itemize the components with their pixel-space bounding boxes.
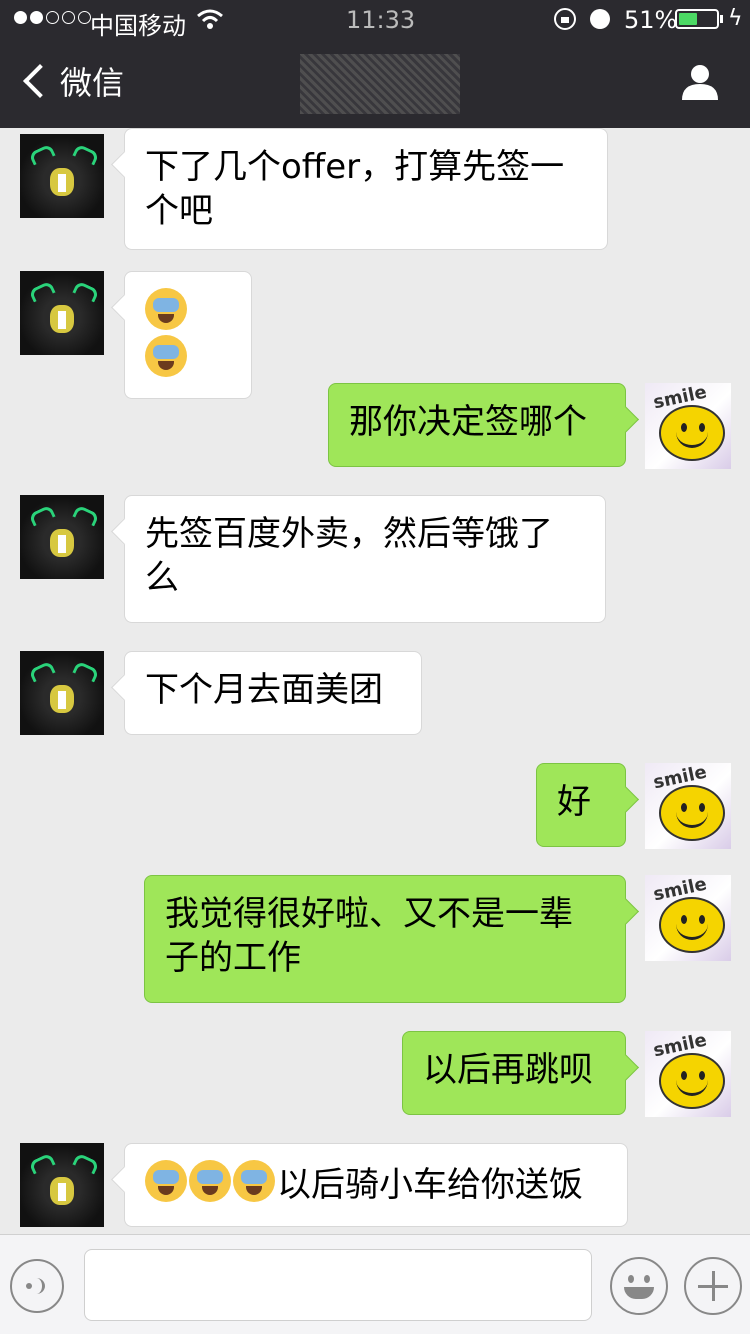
avatar-horn: [28, 504, 56, 527]
back-label: 微信: [60, 64, 125, 102]
nav-bar: 微信: [0, 40, 750, 128]
battery-percent: 51%: [624, 6, 678, 34]
facepalm-emoji-icon: [145, 288, 187, 330]
facepalm-emoji-icon: [189, 1160, 231, 1202]
outgoing-message-bubble[interactable]: 那你决定签哪个: [328, 383, 626, 467]
message-text: 好: [557, 782, 591, 822]
plus-icon[interactable]: [684, 1257, 742, 1315]
smiley-mouth: [676, 921, 708, 940]
avatar-cross: [58, 535, 66, 553]
avatar-cross: [58, 1183, 66, 1201]
avatar-horn: [72, 504, 100, 527]
status-icons: [554, 8, 610, 30]
top-bar: 中国移动 11:33 51% ϟ 微信: [0, 0, 750, 128]
signal-dot: [30, 11, 43, 24]
message-text: 那你决定签哪个: [349, 402, 587, 442]
message-text: 先签百度外卖，然后等饿了么: [145, 514, 553, 598]
message-text-content: 那你决定签哪个: [349, 402, 587, 442]
message-input[interactable]: [84, 1249, 592, 1321]
input-bar: [0, 1234, 750, 1334]
emoji-eye: [628, 1275, 634, 1283]
chat-title-redacted: [300, 54, 460, 114]
battery-icon: [675, 9, 719, 29]
message-text: [145, 288, 189, 380]
message-text: 我觉得很好啦、又不是一辈子的工作: [165, 894, 573, 978]
message-text-content: 下了几个offer，打算先签一个吧: [145, 147, 565, 231]
message-text: 下个月去面美团: [145, 670, 383, 710]
smiley-face-icon: [659, 785, 725, 841]
avatar-horn: [72, 1152, 100, 1175]
contact-avatar[interactable]: [20, 134, 104, 218]
facepalm-emoji-icon: [233, 1160, 275, 1202]
my-avatar[interactable]: smile: [645, 1031, 731, 1117]
avatar-horn: [28, 1152, 56, 1175]
signal-dot: [14, 11, 27, 24]
voice-icon[interactable]: [10, 1259, 64, 1313]
status-time: 11:33: [346, 6, 416, 34]
chat-screen: 中国移动 11:33 51% ϟ 微信 下了几个offer，打算先签一个吧 sm…: [0, 0, 750, 1334]
my-avatar[interactable]: smile: [645, 383, 731, 469]
incoming-message-bubble[interactable]: 以后骑小车给你送饭: [124, 1143, 628, 1227]
back-button[interactable]: 微信: [18, 58, 124, 104]
signal-strength-icon: [14, 11, 91, 24]
contact-avatar[interactable]: [20, 271, 104, 355]
rotation-lock-icon: [554, 8, 576, 30]
wifi-icon: [197, 9, 223, 29]
person-icon[interactable]: [680, 62, 720, 102]
message-text-content: 先签百度外卖，然后等饿了么: [145, 514, 553, 598]
emoji-eye: [644, 1275, 650, 1283]
outgoing-message-bubble[interactable]: 以后再跳呗: [402, 1031, 626, 1115]
message-text: 下了几个offer，打算先签一个吧: [145, 147, 564, 231]
avatar-cross: [58, 691, 66, 709]
my-avatar[interactable]: smile: [645, 763, 731, 849]
incoming-message-bubble[interactable]: 下了几个offer，打算先签一个吧: [124, 128, 608, 250]
charging-bolt-icon: ϟ: [728, 6, 743, 31]
signal-dot: [62, 11, 75, 24]
smiley-mouth: [676, 809, 708, 828]
chevron-left-icon: [23, 64, 57, 98]
smiley-mouth: [676, 1077, 708, 1096]
contact-avatar[interactable]: [20, 651, 104, 735]
avatar-cross: [58, 311, 66, 329]
outgoing-message-bubble[interactable]: 我觉得很好啦、又不是一辈子的工作: [144, 875, 626, 1003]
carrier-name: 中国移动: [90, 12, 186, 40]
incoming-message-bubble[interactable]: 下个月去面美团: [124, 651, 422, 735]
emoji-icon[interactable]: [610, 1257, 668, 1315]
avatar-horn: [72, 143, 100, 166]
battery-nub: [720, 15, 723, 23]
battery-level-fill: [679, 13, 698, 25]
message-text-content: 好: [557, 782, 591, 822]
status-bar: 中国移动 11:33 51% ϟ: [0, 0, 750, 40]
my-avatar[interactable]: smile: [645, 875, 731, 961]
message-text: 以后骑小车给你送饭: [145, 1160, 583, 1205]
message-list[interactable]: 下了几个offer，打算先签一个吧 smile 那你决定签哪个先签百度外卖，然后等饿…: [0, 128, 750, 1234]
smiley-mouth: [676, 429, 708, 448]
message-text-content: 我觉得很好啦、又不是一辈子的工作: [165, 894, 573, 978]
smiley-face-icon: [659, 405, 725, 461]
message-text: 以后再跳呗: [423, 1050, 593, 1090]
facepalm-emoji-icon: [145, 335, 187, 377]
avatar-horn: [72, 280, 100, 303]
avatar-horn: [28, 660, 56, 683]
facepalm-emoji-icon: [145, 1160, 187, 1202]
message-text-content: 以后骑小车给你送饭: [277, 1165, 583, 1205]
smiley-face-icon: [659, 897, 725, 953]
contact-avatar[interactable]: [20, 1143, 104, 1227]
message-text-content: 以后再跳呗: [423, 1050, 593, 1090]
avatar-horn: [28, 143, 56, 166]
incoming-message-bubble[interactable]: 先签百度外卖，然后等饿了么: [124, 495, 606, 623]
avatar-horn: [28, 280, 56, 303]
message-text-content: 下个月去面美团: [145, 670, 383, 710]
alarm-icon: [590, 9, 610, 29]
signal-dot: [46, 11, 59, 24]
emoji-mouth: [624, 1287, 654, 1299]
avatar-cross: [58, 174, 66, 192]
incoming-message-bubble[interactable]: [124, 271, 252, 399]
smiley-face-icon: [659, 1053, 725, 1109]
outgoing-message-bubble[interactable]: 好: [536, 763, 626, 847]
avatar-horn: [72, 660, 100, 683]
contact-avatar[interactable]: [20, 495, 104, 579]
